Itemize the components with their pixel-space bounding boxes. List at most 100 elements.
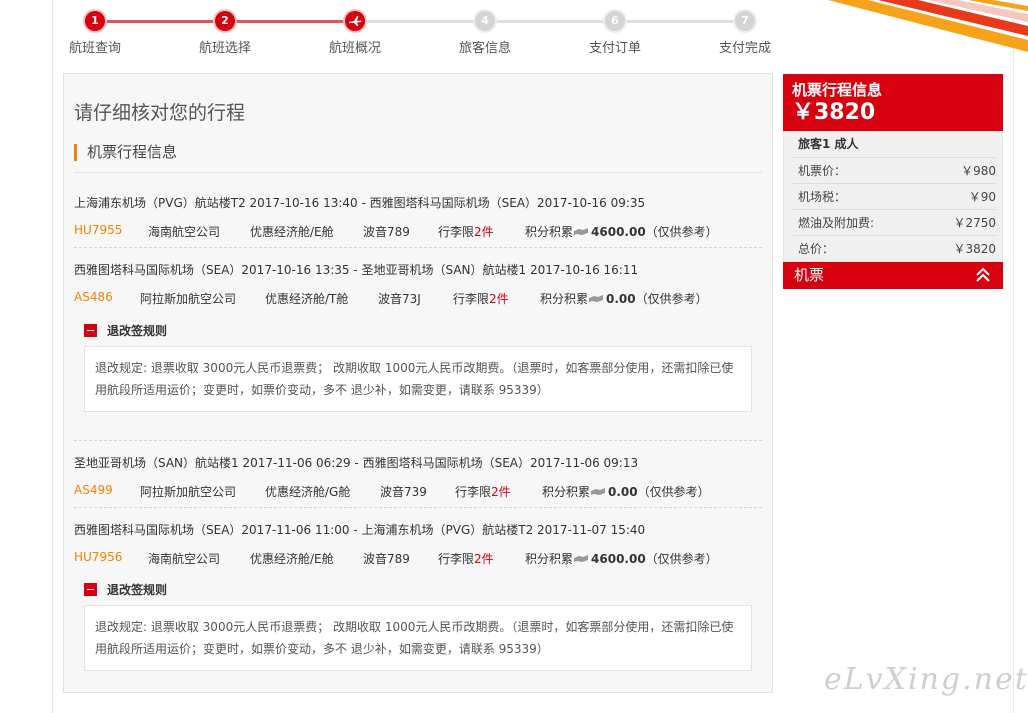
segment-divider [74,507,762,508]
points-accrual: 积分积累 0.00（仅供参考） [542,485,710,499]
baggage-allowance: 行李限2件 [438,225,494,239]
segment-route: 西雅图塔科马国际机场（SEA）2017-10-16 13:35 - 圣地亚哥机场… [74,263,639,277]
step-label: 旅客信息 [458,41,511,56]
price-summary-panel: 机票行程信息 ￥3820 旅客1 成人 机票价： ￥980 机场税： ￥90 燃… [783,74,1003,289]
flight-number: AS499 [74,483,113,497]
watermark: eLvXing.net [824,662,1028,697]
points-accrual: 积分积累 0.00（仅供参考） [540,292,708,306]
flight-segment: 西雅图塔科马国际机场（SEA）2017-10-16 13:35 - 圣地亚哥机场… [74,261,762,308]
step-flight-overview: 航班概况 [315,8,395,56]
price-row-fuel-surcharge: 燃油及附加费: ￥2750 [793,209,996,235]
baggage-allowance: 行李限2件 [455,485,511,499]
price-row-fare: 机票价： ￥980 [793,157,996,183]
corner-stripes-decoration [828,0,1028,52]
collapse-minus-icon[interactable] [84,324,97,337]
refund-rules-title: 退改签规则 [107,324,168,338]
step-label: 支付订单 [588,41,641,56]
step-number: 1 [85,11,105,31]
airline: 海南航空公司 [148,552,221,566]
flight-number: AS486 [74,290,113,304]
segment-route: 西雅图塔科马国际机场（SEA）2017-11-06 11:00 - 上海浦东机场… [74,523,646,537]
price-label: 燃油及附加费: [798,216,875,230]
price-value: ￥980 [961,164,996,178]
section-title: 机票行程信息 [74,144,177,161]
segment-details: HU7956 海南航空公司 优惠经济舱/E舱 波音789 行李限2件 积分积累 4… [74,550,762,568]
flight-segment: 圣地亚哥机场（SAN）航站楼1 2017-11-06 06:29 - 西雅图塔科… [74,454,762,501]
cabin-class: 优惠经济舱/E舱 [250,552,334,566]
collapse-minus-icon[interactable] [84,583,97,596]
cabin-class: 优惠经济舱/G舱 [265,485,351,499]
price-value: ￥90 [968,190,996,204]
hand-points-icon [574,555,589,562]
price-summary-title: 机票行程信息 [792,81,883,99]
refund-rules-toggle[interactable]: 退改签规则 [84,322,167,339]
points-accrual: 积分积累 4600.00（仅供参考） [525,225,718,239]
passenger-type: 旅客1 成人 [798,137,859,151]
step-flight-select[interactable]: 2 航班选择 [185,8,265,56]
segment-details: AS499 阿拉斯加航空公司 优惠经济舱/G舱 波音739 行李限2件 积分积累… [74,483,762,501]
hand-points-icon [574,228,589,235]
double-chevron-up-icon[interactable] [975,267,991,283]
airline: 海南航空公司 [148,225,221,239]
price-summary-header: 机票行程信息 ￥3820 [783,74,1003,131]
refund-rules-toggle[interactable]: 退改签规则 [84,581,167,598]
baggage-allowance: 行李限2件 [438,552,494,566]
aircraft: 波音73J [378,292,421,306]
price-row-airport-tax: 机场税： ￥90 [793,183,996,209]
segment-divider [74,247,762,248]
price-row-total: 总价： ￥3820 [793,235,996,261]
cabin-class: 优惠经济舱/E舱 [250,225,334,239]
booking-stepper: 1 航班查询 2 航班选择 航班概况 4 旅客信息 6 支付订单 7 支付完成 [60,8,780,58]
step-label: 航班选择 [198,41,251,56]
aircraft: 波音739 [380,485,427,499]
refund-rules-box: 退改规定: 退票收取 3000元人民币退票费； 改期收取 1000元人民币改期费… [84,605,752,671]
price-label: 总价： [798,242,835,256]
step-label: 支付完成 [718,41,771,56]
hand-points-icon [589,295,604,302]
points-accrual: 积分积累 4600.00（仅供参考） [525,552,718,566]
hand-points-icon [591,488,606,495]
segment-route: 圣地亚哥机场（SAN）航站楼1 2017-11-06 06:29 - 西雅图塔科… [74,456,639,470]
step-number: 2 [215,11,235,31]
step-number: 7 [735,11,755,31]
itinerary-panel: 请仔细核对您的行程 机票行程信息 上海浦东机场（PVG）航站楼T2 2017-1… [63,73,773,693]
step-passenger-info: 4 旅客信息 [445,8,525,56]
price-value: ￥3820 [953,242,996,256]
cabin-class: 优惠经济舱/T舱 [265,292,349,306]
divider [74,172,762,173]
stepper-remaining-line [355,20,745,23]
step-label: 航班概况 [328,41,381,56]
airline: 阿拉斯加航空公司 [140,292,237,306]
refund-rules-text: 退改规定: 退票收取 3000元人民币退票费； 改期收取 1000元人民币改期费… [95,620,734,656]
flight-number: HU7955 [74,223,123,237]
total-price-big: ￥3820 [792,100,876,125]
price-value: ￥2750 [953,216,996,230]
step-payment-complete: 7 支付完成 [705,8,785,56]
plane-icon [345,11,365,31]
price-breakdown: 旅客1 成人 机票价： ￥980 机场税： ￥90 燃油及附加费: ￥2750 … [783,131,1003,262]
flight-segment: 西雅图塔科马国际机场（SEA）2017-11-06 11:00 - 上海浦东机场… [74,521,762,568]
aircraft: 波音789 [363,552,410,566]
step-number: 4 [475,11,495,31]
step-label: 航班查询 [68,41,121,56]
flight-segment: 上海浦东机场（PVG）航站楼T2 2017-10-16 13:40 - 西雅图塔… [74,194,762,241]
refund-rules-box: 退改规定: 退票收取 3000元人民币退票费； 改期收取 1000元人民币改期费… [84,346,752,412]
step-payment: 6 支付订单 [575,8,655,56]
segment-details: AS486 阿拉斯加航空公司 优惠经济舱/T舱 波音73J 行李限2件 积分积累… [74,290,762,308]
ticket-label: 机票 [794,266,825,284]
airline: 阿拉斯加航空公司 [140,485,237,499]
step-flight-search[interactable]: 1 航班查询 [55,8,135,56]
flight-number: HU7956 [74,550,123,564]
ticket-collapse-bar[interactable]: 机票 [783,262,1003,289]
refund-rules-title: 退改签规则 [107,583,168,597]
step-number: 6 [605,11,625,31]
price-label: 机票价： [798,164,847,178]
segment-divider [74,440,762,441]
segment-details: HU7955 海南航空公司 优惠经济舱/E舱 波音789 行李限2件 积分积累 4… [74,223,762,241]
baggage-allowance: 行李限2件 [453,292,509,306]
refund-rules-text: 退改规定: 退票收取 3000元人民币退票费； 改期收取 1000元人民币改期费… [95,361,734,397]
aircraft: 波音789 [363,225,410,239]
price-label: 机场税： [798,190,847,204]
segment-route: 上海浦东机场（PVG）航站楼T2 2017-10-16 13:40 - 西雅图塔… [74,196,646,210]
page-title: 请仔细核对您的行程 [74,102,246,124]
